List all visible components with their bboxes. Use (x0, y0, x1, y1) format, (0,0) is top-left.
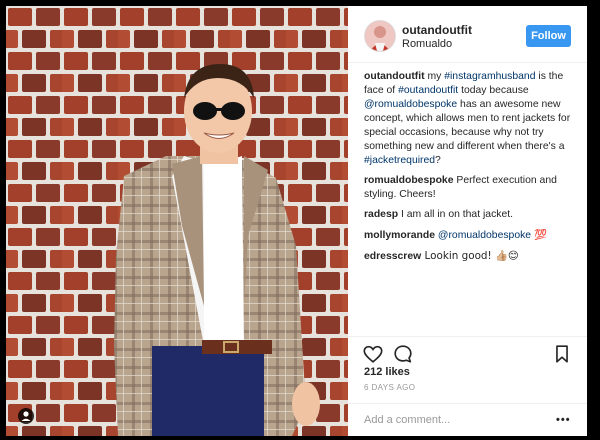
more-options-icon[interactable]: ••• (556, 414, 571, 426)
avatar[interactable] (364, 20, 396, 52)
comment-bubble-icon[interactable] (392, 343, 414, 365)
post-photo[interactable] (6, 6, 348, 436)
post-location[interactable]: Romualdo (402, 38, 452, 50)
add-comment-bar: ••• (348, 403, 587, 437)
likes-count[interactable]: 212 likes (364, 366, 410, 378)
comment-username[interactable]: romualdobespoke (364, 175, 454, 186)
comment-username[interactable]: mollymorande (364, 230, 435, 241)
comment-text: I am all in on that jacket. (398, 209, 514, 220)
comments-list: outandoutfit my #instagramhusband is the… (364, 70, 576, 270)
mention-link[interactable]: @romualdobespoke (364, 99, 457, 110)
post-side-panel: outandoutfit Romualdo Follow outandoutfi… (348, 6, 587, 436)
caption-text-4: today because (458, 85, 529, 96)
post-caption: outandoutfit my #instagramhusband is the… (364, 70, 576, 168)
comment-item: radesp I am all in on that jacket. (364, 208, 576, 222)
post-viewer: outandoutfit Romualdo Follow outandoutfi… (0, 0, 600, 440)
post-author-username[interactable]: outandoutfit (402, 23, 472, 37)
comment-item: romualdobespoke Perfect execution and st… (364, 174, 576, 202)
caption-text-0: my (424, 71, 445, 82)
comment-item: edresscrew Lookin good! 👍🏼😊 (364, 249, 576, 264)
caption-username[interactable]: outandoutfit (364, 71, 425, 82)
comment-text: 💯 (531, 229, 548, 241)
comment-item: mollymorande @romualdobespoke 💯 (364, 228, 576, 243)
follow-button[interactable]: Follow (526, 25, 571, 47)
hashtag-link[interactable]: #instagramhusband (444, 71, 535, 82)
post-actions (348, 336, 587, 367)
mention-link[interactable]: @romualdobespoke (438, 230, 531, 241)
bookmark-icon[interactable] (551, 343, 573, 365)
post-timestamp[interactable]: 6 DAYS AGO (364, 383, 415, 392)
caption-text-8: ? (435, 155, 441, 166)
user-tag-icon[interactable] (18, 408, 34, 424)
hashtag-link[interactable]: #jacketrequired (364, 155, 435, 166)
post-header: outandoutfit Romualdo Follow (348, 6, 587, 63)
comment-username[interactable]: radesp (364, 209, 398, 220)
comment-text: Lookin good! 👍🏼😊 (421, 250, 519, 262)
hashtag-link[interactable]: #outandoutfit (398, 85, 458, 96)
comment-username[interactable]: edresscrew (364, 251, 421, 262)
heart-icon[interactable] (362, 343, 384, 365)
photo-image (6, 6, 348, 436)
comment-input[interactable] (364, 410, 544, 430)
